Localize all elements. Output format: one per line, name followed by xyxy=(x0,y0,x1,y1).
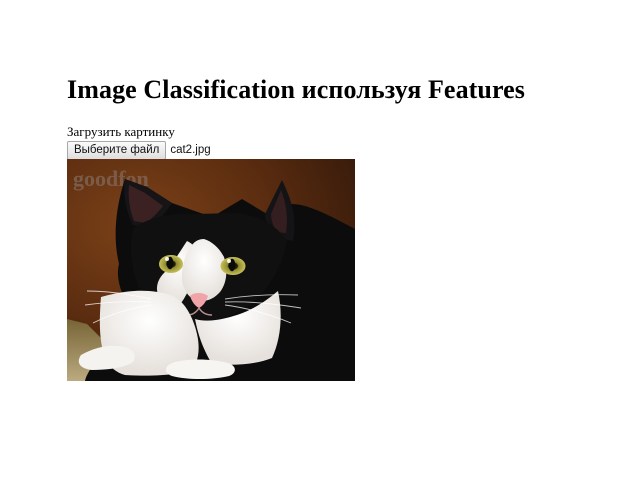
page: Image Classification используя Features … xyxy=(0,0,640,480)
selected-file-name: cat2.jpg xyxy=(170,144,211,156)
choose-file-button[interactable]: Выберите файл xyxy=(67,141,167,160)
page-title-container: Image Classification используя Features xyxy=(67,72,562,112)
cat-photo-icon: goodfon xyxy=(67,159,355,381)
page-title: Image Classification используя Features xyxy=(67,75,526,104)
file-upload-control: Выберите файл cat2.jpg xyxy=(67,141,211,160)
upload-label: Загрузить картинку xyxy=(67,124,175,139)
uploaded-image-preview: goodfon xyxy=(67,159,355,381)
